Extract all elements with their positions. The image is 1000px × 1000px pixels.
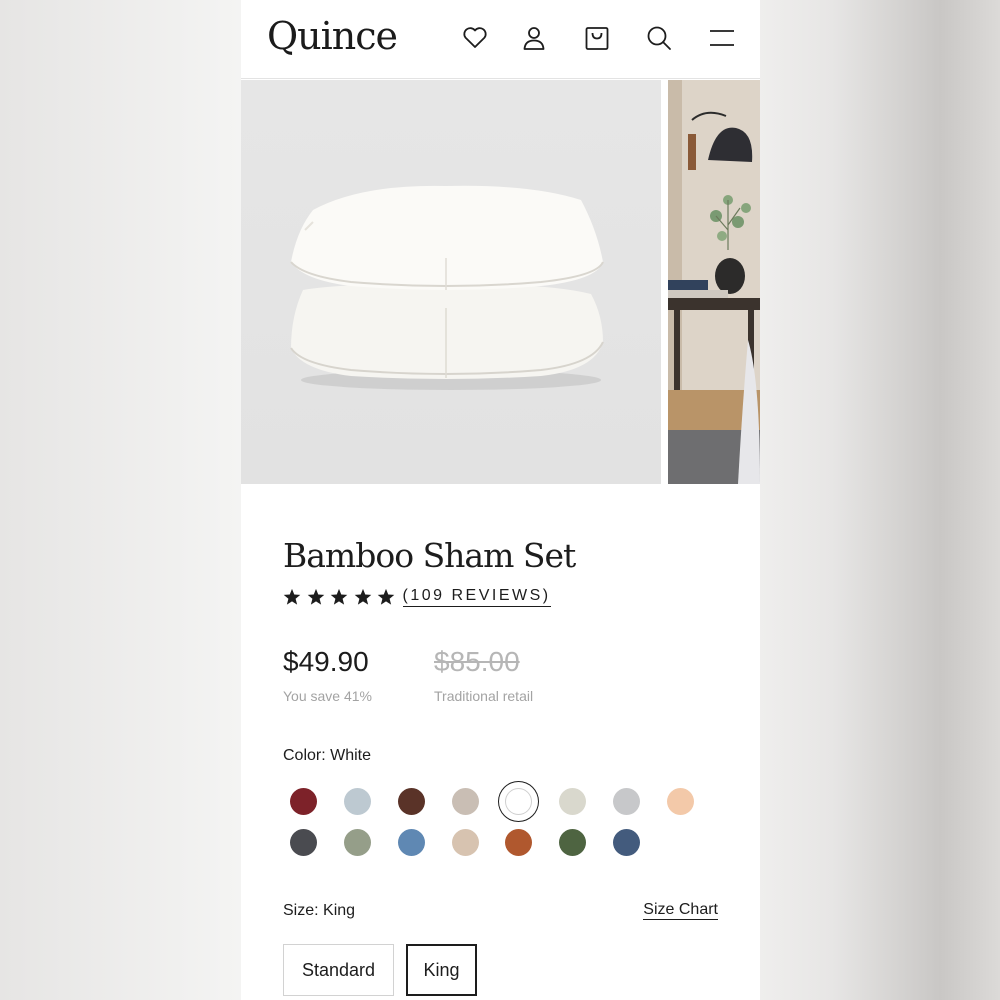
size-chart-link[interactable]: Size Chart <box>643 901 718 920</box>
product-image-main[interactable] <box>241 80 661 484</box>
product-rating: (109 REVIEWS) <box>283 587 551 607</box>
site-header: Quince <box>241 0 760 79</box>
retail-label: Traditional retail <box>434 688 534 704</box>
color-swatch-blue[interactable] <box>398 829 425 856</box>
product-image-next[interactable] <box>668 80 760 484</box>
size-option-label: Standard <box>301 959 376 980</box>
star-icon <box>330 588 348 605</box>
retail-price: $85.00 <box>434 646 520 677</box>
brand-logo[interactable]: Quince <box>267 14 398 58</box>
background-right <box>760 0 1000 1000</box>
product-title: Bamboo Sham Set <box>283 536 576 575</box>
product-image-gallery[interactable] <box>241 80 760 484</box>
pillows-image <box>290 185 604 390</box>
color-swatch-white[interactable] <box>505 788 532 815</box>
size-option-label: King <box>423 959 460 980</box>
heart-icon[interactable] <box>461 24 489 52</box>
color-swatch-red[interactable] <box>290 788 317 815</box>
star-icon <box>377 588 395 605</box>
color-label: Color: White <box>283 747 372 764</box>
star-icon <box>354 588 371 605</box>
reviews-link[interactable]: (109 REVIEWS) <box>402 587 551 607</box>
color-swatch-navy[interactable] <box>613 829 640 856</box>
search-icon[interactable] <box>645 24 673 52</box>
background-left <box>0 0 241 1000</box>
bag-icon[interactable] <box>583 24 611 52</box>
savings-text: You save 41% <box>283 688 372 704</box>
size-option-standard[interactable]: Standard <box>283 944 394 996</box>
color-swatch-ivory[interactable] <box>559 788 586 815</box>
color-swatch-light-blue[interactable] <box>344 788 371 815</box>
color-swatch-peach[interactable] <box>667 788 694 815</box>
color-swatch-silver[interactable] <box>613 788 640 815</box>
color-swatch-taupe[interactable] <box>452 788 479 815</box>
color-swatch-charcoal[interactable] <box>290 829 317 856</box>
color-swatch-rust[interactable] <box>505 829 532 856</box>
star-icon <box>307 588 324 605</box>
color-swatch-brown[interactable] <box>398 788 425 815</box>
size-option-king[interactable]: King <box>406 944 477 996</box>
color-swatch-sand[interactable] <box>452 829 479 856</box>
size-label: Size: King <box>283 902 356 919</box>
sale-price: $49.90 <box>283 646 369 677</box>
star-icon <box>283 588 301 605</box>
menu-icon[interactable] <box>708 24 736 52</box>
product-page: Quince Bamboo Sham Set (109 REVIEWS) $49… <box>241 0 760 1000</box>
account-icon[interactable] <box>520 24 548 52</box>
color-swatch-sage[interactable] <box>344 829 371 856</box>
bedroom-image <box>668 80 760 484</box>
color-swatch-green[interactable] <box>559 829 586 856</box>
